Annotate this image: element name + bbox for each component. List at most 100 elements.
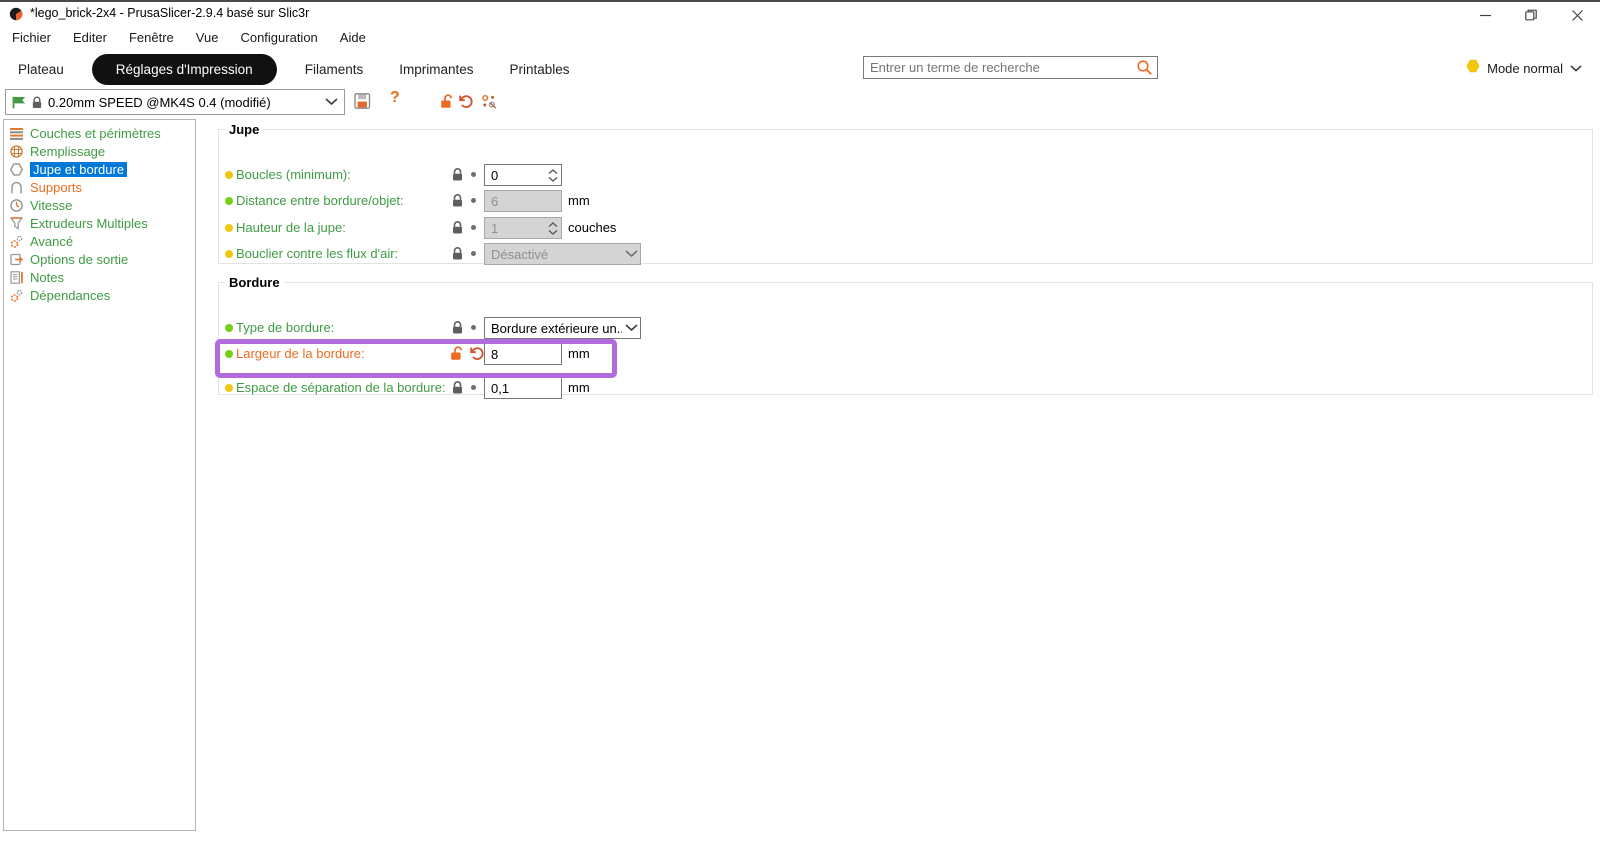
tab-plateau[interactable]: Plateau: [0, 54, 82, 85]
revert-all-icon[interactable]: [455, 91, 475, 111]
lock-closed-icon[interactable]: [451, 246, 467, 262]
prusaslicer-logo-icon: [9, 7, 23, 21]
help-icon[interactable]: ?: [390, 89, 400, 107]
preset-dropdown[interactable]: 0.20mm SPEED @MK4S 0.4 (modifié): [5, 89, 345, 115]
sidebar-item-avance[interactable]: Avancé: [4, 232, 195, 250]
setting-row-largeur-de-la-bordure: Largeur de la bordure: 8 mm: [219, 342, 1592, 366]
preset-bar: 0.20mm SPEED @MK4S 0.4 (modifié) ?: [0, 88, 1600, 116]
supports-icon: [9, 180, 23, 194]
setting-row-bouclier-flux-air: Bouclier contre les flux d'air: Désactiv…: [219, 242, 1592, 266]
sidebar-item-dependances[interactable]: Dépendances: [4, 286, 195, 304]
skirt-icon: [9, 162, 23, 176]
tab-imprimantes[interactable]: Imprimantes: [381, 54, 491, 85]
notes-icon: [9, 270, 23, 284]
bouclier-flux-air-select: Désactivé: [484, 243, 641, 265]
sidebar-item-vitesse[interactable]: Vitesse: [4, 196, 195, 214]
setting-dot-icon: [225, 197, 233, 205]
tab-printables[interactable]: Printables: [492, 54, 588, 85]
value-dot-icon[interactable]: [471, 385, 476, 390]
lock-closed-icon[interactable]: [451, 220, 467, 236]
menu-bar: Fichier Editer Fenêtre Vue Configuration…: [0, 26, 1600, 48]
infill-icon: [9, 144, 23, 158]
search-icon[interactable]: [1136, 59, 1154, 77]
sidebar-item-jupe-et-bordure[interactable]: Jupe et bordure: [4, 160, 195, 178]
layers-icon: [9, 126, 23, 140]
compare-presets-icon[interactable]: [479, 91, 499, 111]
largeur-bordure-input[interactable]: 8: [484, 343, 562, 365]
revert-value-icon[interactable]: [468, 345, 485, 362]
chevron-down-icon: [1570, 65, 1582, 72]
setting-row-boucles-minimum: Boucles (minimum): 0: [219, 163, 1592, 187]
spinner-arrows-icon: [544, 218, 561, 238]
settings-category-list: Couches et périmètres Remplissage Jupe e…: [3, 119, 196, 831]
menu-fenetre[interactable]: Fenêtre: [118, 28, 185, 47]
close-button[interactable]: [1554, 2, 1600, 28]
espace-separation-bordure-input[interactable]: 0,1: [484, 377, 562, 399]
tab-filaments[interactable]: Filaments: [287, 54, 382, 85]
hauteur-jupe-input: 1: [484, 217, 562, 239]
value-dot-icon[interactable]: [471, 225, 476, 230]
value-dot-icon[interactable]: [471, 251, 476, 256]
type-de-bordure-select[interactable]: Bordure extérieure un...: [484, 317, 641, 339]
preset-lock-icon: [31, 96, 43, 109]
mode-selector[interactable]: Mode normal: [1466, 59, 1582, 78]
mode-label: Mode normal: [1487, 61, 1563, 76]
menu-fichier[interactable]: Fichier: [1, 28, 62, 47]
group-jupe-title: Jupe: [225, 122, 263, 137]
chevron-down-icon: [622, 250, 640, 258]
group-bordure: Bordure Type de bordure: Bordure extérie…: [218, 275, 1593, 395]
speed-clock-icon: [9, 198, 23, 212]
lock-closed-icon[interactable]: [451, 167, 467, 183]
value-dot-icon[interactable]: [471, 325, 476, 330]
chevron-down-icon[interactable]: [622, 324, 640, 332]
setting-row-type-de-bordure: Type de bordure: Bordure extérieure un..…: [219, 316, 1592, 340]
setting-dot-icon: [225, 384, 233, 392]
value-dot-icon[interactable]: [471, 198, 476, 203]
tab-reglages-impression[interactable]: Réglages d'Impression: [92, 54, 277, 85]
lock-open-icon[interactable]: [449, 346, 465, 362]
lock-closed-icon[interactable]: [451, 320, 467, 336]
prusaslicer-window: *lego_brick-2x4 - PrusaSlicer-2.9.4 basé…: [0, 0, 1600, 849]
window-title: *lego_brick-2x4 - PrusaSlicer-2.9.4 basé…: [30, 6, 309, 20]
distance-bordure-objet-input: 6: [484, 190, 562, 212]
value-dot-icon[interactable]: [471, 172, 476, 177]
group-bordure-title: Bordure: [225, 275, 284, 290]
gears-icon: [9, 234, 23, 248]
menu-vue[interactable]: Vue: [185, 28, 230, 47]
sidebar-item-remplissage[interactable]: Remplissage: [4, 142, 195, 160]
menu-editer[interactable]: Editer: [62, 28, 118, 47]
boucles-minimum-input[interactable]: 0: [484, 164, 562, 186]
sidebar-item-extrudeurs-multiples[interactable]: Extrudeurs Multiples: [4, 214, 195, 232]
search-input[interactable]: [864, 60, 1136, 75]
lock-closed-icon[interactable]: [451, 193, 467, 209]
setting-row-distance-bordure-objet: Distance entre bordure/objet: 6 mm: [219, 189, 1592, 213]
lock-closed-icon[interactable]: [451, 380, 467, 396]
setting-dot-icon: [225, 224, 233, 232]
preset-name: 0.20mm SPEED @MK4S 0.4 (modifié): [48, 95, 320, 110]
settings-search-box[interactable]: [863, 56, 1158, 79]
menu-configuration[interactable]: Configuration: [229, 28, 328, 47]
setting-dot-icon: [225, 171, 233, 179]
unlock-all-icon[interactable]: [437, 91, 457, 111]
minimize-button[interactable]: [1462, 2, 1508, 28]
sidebar-item-options-de-sortie[interactable]: Options de sortie: [4, 250, 195, 268]
title-bar: *lego_brick-2x4 - PrusaSlicer-2.9.4 basé…: [0, 2, 1600, 26]
maximize-button[interactable]: [1508, 2, 1554, 28]
menu-aide[interactable]: Aide: [329, 28, 377, 47]
preset-flag-icon: [12, 96, 26, 109]
setting-dot-icon: [225, 250, 233, 258]
setting-dot-icon: [225, 324, 233, 332]
spinner-arrows-icon[interactable]: [544, 165, 561, 185]
sidebar-item-couches-et-perimetres[interactable]: Couches et périmètres: [4, 124, 195, 142]
output-export-icon: [9, 252, 23, 266]
group-jupe: Jupe Boucles (minimum): 0 Distance entre…: [218, 122, 1593, 264]
mode-normal-icon: [1466, 59, 1480, 78]
main-tab-bar: Plateau Réglages d'Impression Filaments …: [0, 50, 1600, 88]
save-preset-icon[interactable]: [352, 91, 372, 111]
chevron-down-icon: [325, 98, 338, 106]
setting-row-espace-separation-bordure: Espace de séparation de la bordure: 0,1 …: [219, 376, 1592, 400]
setting-row-hauteur-jupe: Hauteur de la jupe: 1 couches: [219, 216, 1592, 240]
gears-icon: [9, 288, 23, 302]
sidebar-item-supports[interactable]: Supports: [4, 178, 195, 196]
sidebar-item-notes[interactable]: Notes: [4, 268, 195, 286]
